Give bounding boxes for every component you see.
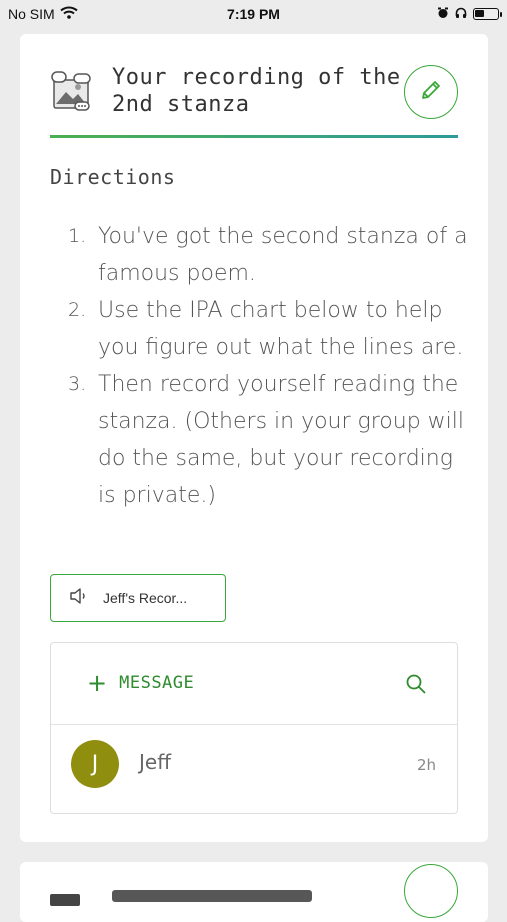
step-text: Then record yourself reading the stanza.… xyxy=(98,372,464,508)
pencil-icon xyxy=(419,78,443,106)
directions-heading: Directions xyxy=(50,165,176,189)
recording-label: Jeff's Recor... xyxy=(103,590,188,606)
directions-list: 1. You've got the second stanza of a fam… xyxy=(68,218,468,514)
messages-panel: + MESSAGE J Jeff 2h xyxy=(50,642,458,814)
search-icon xyxy=(405,674,427,699)
search-button[interactable] xyxy=(405,673,427,699)
media-gallery-icon xyxy=(50,894,80,906)
step-text: Use the IPA chart below to help you figu… xyxy=(98,298,464,360)
next-card-title xyxy=(112,890,312,902)
speaker-icon xyxy=(69,588,89,608)
assignment-card: Your recording of the 2nd stanza Directi… xyxy=(20,34,488,842)
list-item[interactable]: J Jeff 2h xyxy=(51,726,457,814)
next-card xyxy=(20,862,488,922)
list-item: 3. Then record yourself reading the stan… xyxy=(68,366,468,514)
message-author: Jeff xyxy=(139,750,171,774)
header-divider xyxy=(50,135,458,138)
list-item: 1. You've got the second stanza of a fam… xyxy=(68,218,468,292)
add-message-label: MESSAGE xyxy=(119,673,195,693)
battery-icon xyxy=(473,8,502,20)
step-number: 1. xyxy=(68,225,87,247)
list-item: 2. Use the IPA chart below to help you f… xyxy=(68,292,468,366)
page-title: Your recording of the 2nd stanza xyxy=(112,65,401,117)
step-number: 3. xyxy=(68,373,87,395)
step-text: You've got the second stanza of a famous… xyxy=(98,224,468,286)
battery-fill xyxy=(475,10,484,17)
media-gallery-icon xyxy=(48,70,94,112)
alarm-icon xyxy=(437,6,449,22)
edit-button[interactable] xyxy=(404,65,458,119)
status-icons xyxy=(437,6,502,22)
message-timestamp: 2h xyxy=(417,756,437,774)
recording-button[interactable]: Jeff's Recor... xyxy=(50,574,226,622)
clock: 7:19 PM xyxy=(227,6,280,22)
plus-icon: + xyxy=(87,669,108,697)
messages-header: + MESSAGE xyxy=(51,643,457,725)
avatar: J xyxy=(71,740,119,788)
edit-button[interactable] xyxy=(404,864,458,918)
status-bar: No SIM 7:19 PM xyxy=(0,0,507,30)
add-message-button[interactable]: + MESSAGE xyxy=(87,669,195,697)
step-number: 2. xyxy=(68,299,87,321)
headphones-icon xyxy=(455,6,467,22)
